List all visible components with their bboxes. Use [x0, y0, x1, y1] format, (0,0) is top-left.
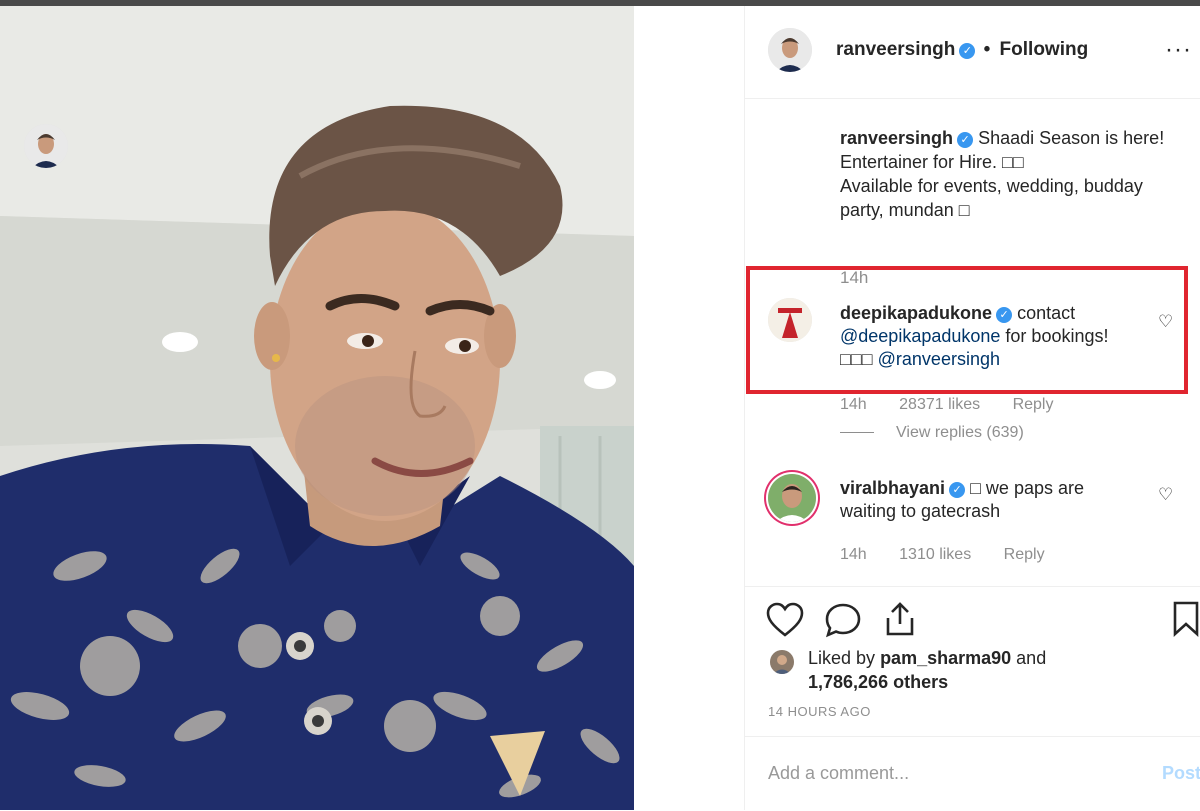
reply-button[interactable]: Reply — [1013, 396, 1054, 413]
author-line: ranveersingh ✓ • Following — [836, 39, 1088, 61]
comment-time: 14h — [840, 546, 867, 563]
comment-meta: 14h 28371 likes Reply — [840, 396, 1081, 414]
add-comment-input[interactable] — [766, 757, 1130, 789]
comment-avatar-viral[interactable] — [768, 474, 816, 522]
comment-deepika: deepikapadukone ✓ contact @deepikapadukon… — [840, 302, 1140, 371]
liker-avatar[interactable] — [770, 650, 794, 674]
caption-avatar[interactable] — [24, 124, 68, 168]
comment-like-heart-icon[interactable]: ♡ — [1158, 485, 1178, 505]
caption-text-line1: Shaadi Season is here! — [978, 128, 1165, 148]
post-comment-button[interactable]: Post — [1162, 763, 1200, 784]
more-options-icon[interactable]: ··· — [1165, 36, 1192, 64]
liker-username[interactable]: pam_sharma90 — [880, 648, 1011, 668]
actions-divider — [744, 586, 1200, 588]
comment-username[interactable]: deepikapadukone — [840, 303, 992, 323]
comment-likes[interactable]: 1310 likes — [899, 546, 971, 563]
likes-connector: and — [1016, 648, 1047, 668]
verified-badge-icon: ✓ — [949, 482, 966, 498]
caption-username[interactable]: ranveersingh — [840, 128, 953, 148]
heart-icon[interactable] — [766, 602, 804, 643]
comment-likes[interactable]: 28371 likes — [899, 396, 980, 413]
share-icon[interactable] — [882, 600, 918, 643]
likes-prefix: Liked by — [808, 648, 876, 668]
comment-bar: Post — [744, 736, 1200, 811]
likes-others[interactable]: 1,786,266 others — [808, 672, 948, 692]
bookmark-icon[interactable] — [1172, 600, 1200, 643]
panel-divider — [744, 6, 745, 810]
caption-text-line3: Available for events, wedding, budday pa… — [840, 176, 1143, 220]
view-replies-label: View replies (639) — [896, 424, 1024, 441]
comment-text: contact — [1017, 303, 1076, 323]
comment-like-heart-icon[interactable]: ♡ — [1158, 312, 1178, 332]
comment-bubble-icon[interactable] — [824, 602, 862, 643]
replies-line — [840, 432, 874, 434]
post-caption: ranveersingh ✓ Shaadi Season is here! Ent… — [840, 126, 1190, 222]
caption-text-line2: Entertainer for Hire. □□ — [840, 152, 1024, 172]
post-photo[interactable] — [0, 6, 634, 810]
following-button[interactable]: Following — [1000, 39, 1089, 60]
comment-avatar-deepika[interactable] — [768, 298, 812, 342]
comment-meta: 14h 1310 likes Reply — [840, 546, 1073, 564]
likes-summary: Liked by pam_sharma90 and 1,786,266 othe… — [808, 646, 1046, 694]
author-avatar[interactable] — [768, 28, 812, 72]
comment-username[interactable]: viralbhayani — [840, 478, 945, 498]
view-replies-button[interactable]: View replies (639) — [840, 424, 1024, 442]
mention-link[interactable]: @deepikapadukone — [840, 326, 1000, 346]
comment-viral: viralbhayani ✓ □ we paps are waiting to g… — [840, 477, 1140, 523]
post-header: ranveersingh ✓ • Following ··· — [744, 6, 1200, 99]
reply-button[interactable]: Reply — [1004, 546, 1045, 563]
post-timestamp[interactable]: 14 HOURS AGO — [768, 704, 871, 719]
mention-link[interactable]: @ranveersingh — [878, 349, 1000, 369]
verified-badge-icon: ✓ — [996, 307, 1013, 323]
author-username[interactable]: ranveersingh — [836, 39, 955, 60]
header-separator: • — [983, 39, 991, 60]
verified-badge-icon: ✓ — [959, 43, 976, 59]
verified-badge-icon: ✓ — [957, 132, 974, 148]
comment-time: 14h — [840, 396, 867, 413]
portrait-image — [0, 6, 634, 810]
